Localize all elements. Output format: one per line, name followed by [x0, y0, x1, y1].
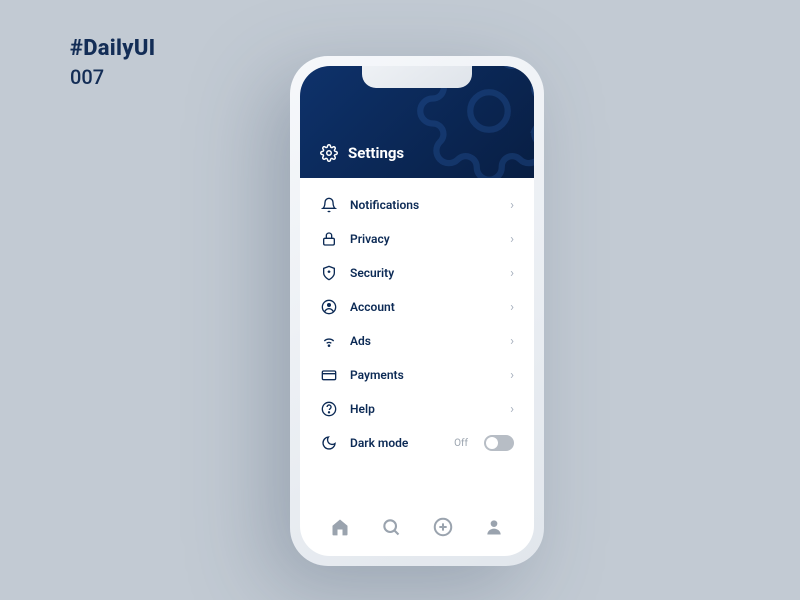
settings-row-label: Dark mode: [350, 436, 442, 450]
shield-icon: [320, 265, 338, 281]
plus-circle-icon: [432, 516, 454, 538]
user-icon: [484, 517, 504, 537]
gear-icon: [320, 144, 338, 162]
home-icon: [330, 517, 350, 537]
tagline-hash: #DailyUI: [70, 36, 156, 61]
settings-row-notifications[interactable]: Notifications ›: [312, 188, 522, 222]
settings-row-label: Security: [350, 266, 498, 280]
chevron-right-icon: ›: [510, 232, 514, 247]
credit-card-icon: [320, 367, 338, 383]
phone-mockup: Settings Notifications › Privacy ›: [290, 56, 544, 566]
bottom-nav: [300, 504, 534, 556]
settings-list: Notifications › Privacy › Security ›: [300, 178, 534, 504]
tagline-number: 007: [70, 65, 156, 89]
chevron-right-icon: ›: [510, 334, 514, 349]
settings-row-privacy[interactable]: Privacy ›: [312, 222, 522, 256]
page-title: Settings: [348, 144, 404, 162]
settings-row-label: Account: [350, 300, 498, 314]
nav-search-button[interactable]: [375, 511, 407, 543]
settings-row-label: Help: [350, 402, 498, 416]
phone-notch: [362, 66, 472, 88]
user-circle-icon: [320, 299, 338, 315]
chevron-right-icon: ›: [510, 402, 514, 417]
chevron-right-icon: ›: [510, 198, 514, 213]
nav-profile-button[interactable]: [478, 511, 510, 543]
nav-home-button[interactable]: [324, 511, 356, 543]
lock-icon: [320, 231, 338, 247]
settings-row-label: Privacy: [350, 232, 498, 246]
page-tagline: #DailyUI 007: [70, 36, 156, 89]
settings-row-security[interactable]: Security ›: [312, 256, 522, 290]
settings-row-ads[interactable]: Ads ›: [312, 324, 522, 358]
settings-row-account[interactable]: Account ›: [312, 290, 522, 324]
help-icon: [320, 401, 338, 417]
bell-icon: [320, 197, 338, 213]
settings-row-payments[interactable]: Payments ›: [312, 358, 522, 392]
moon-icon: [320, 435, 338, 451]
search-icon: [381, 517, 401, 537]
chevron-right-icon: ›: [510, 266, 514, 281]
dark-mode-toggle[interactable]: [484, 435, 514, 451]
wifi-icon: [320, 333, 338, 349]
chevron-right-icon: ›: [510, 368, 514, 383]
settings-row-dark-mode: Dark mode Off: [312, 426, 522, 460]
chevron-right-icon: ›: [510, 300, 514, 315]
settings-row-label: Ads: [350, 334, 498, 348]
nav-add-button[interactable]: [427, 511, 459, 543]
settings-row-label: Payments: [350, 368, 498, 382]
settings-row-label: Notifications: [350, 198, 498, 212]
settings-row-help[interactable]: Help ›: [312, 392, 522, 426]
dark-mode-state: Off: [454, 438, 468, 449]
